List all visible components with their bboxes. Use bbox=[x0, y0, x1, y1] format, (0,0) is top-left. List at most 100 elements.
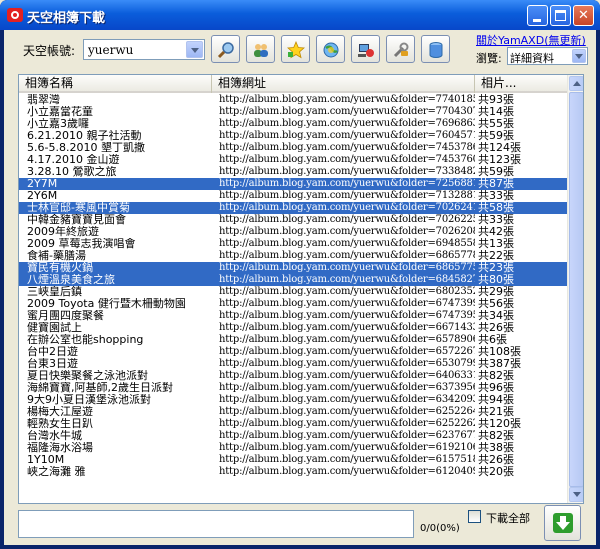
table-row[interactable]: 4.17.2010 金山遊 http://album.blog.yam.com/y… bbox=[19, 154, 568, 166]
search-button[interactable] bbox=[211, 35, 240, 63]
photo-count-cell: 共82張 bbox=[478, 430, 514, 442]
download-button[interactable] bbox=[544, 505, 581, 541]
album-url-cell: http://album.blog.yam.com/yuerwu&folder=… bbox=[219, 466, 475, 477]
table-row[interactable]: 夏日快樂聚餐之泳池派對 http://album.blog.yam.com/yue… bbox=[19, 370, 568, 382]
star-icon bbox=[287, 41, 305, 59]
table-row[interactable]: 台灣水牛城 http://album.blog.yam.com/yuerwu&fo… bbox=[19, 430, 568, 442]
table-row[interactable]: 中韓金豬寶寶見面會 http://album.blog.yam.com/yuerw… bbox=[19, 214, 568, 226]
album-url-cell: http://album.blog.yam.com/yuerwu&folder=… bbox=[219, 406, 475, 417]
album-url-cell: http://album.blog.yam.com/yuerwu&folder=… bbox=[219, 394, 475, 405]
album-name-cell: 楊梅大江屋遊 bbox=[27, 406, 93, 418]
album-name-cell: 2009 草莓志我演唱會 bbox=[27, 238, 136, 250]
photo-count-cell: 共124張 bbox=[478, 142, 521, 154]
column-header-album-name[interactable]: 相簿名稱 bbox=[19, 75, 212, 93]
album-name-cell: 三峽皇后鎮 bbox=[27, 286, 82, 298]
close-button[interactable]: ✕ bbox=[573, 5, 594, 26]
table-row[interactable]: 小立嘉當花童 http://album.blog.yam.com/yuerwu&f… bbox=[19, 106, 568, 118]
table-row[interactable]: 2009 草莓志我演唱會 http://album.blog.yam.com/yu… bbox=[19, 238, 568, 250]
album-url-cell: http://album.blog.yam.com/yuerwu&folder=… bbox=[219, 166, 475, 177]
table-row[interactable]: 翡翠灣 http://album.blog.yam.com/yuerwu&fold… bbox=[19, 94, 568, 106]
photo-count-cell: 共56張 bbox=[478, 298, 514, 310]
maximize-button[interactable] bbox=[550, 5, 571, 26]
progress-text: 0/0(0%) bbox=[420, 523, 460, 534]
vertical-scrollbar[interactable] bbox=[567, 75, 583, 503]
scroll-down-icon[interactable] bbox=[569, 487, 583, 502]
photo-count-cell: 共13張 bbox=[478, 238, 514, 250]
table-row[interactable]: 2Y6M http://album.blog.yam.com/yuerwu&fol… bbox=[19, 190, 568, 202]
album-url-cell: http://album.blog.yam.com/yuerwu&folder=… bbox=[219, 94, 475, 105]
scroll-up-icon[interactable] bbox=[569, 76, 583, 91]
account-combobox[interactable]: yuerwu bbox=[83, 39, 205, 60]
table-row[interactable]: 小立嘉3歲囉 http://album.blog.yam.com/yuerwu&f… bbox=[19, 118, 568, 130]
account-value: yuerwu bbox=[88, 43, 134, 57]
list-header: 相簿名稱 相簿網址 相片... bbox=[19, 75, 568, 93]
album-name-cell: 6.21.2010 親子社活動 bbox=[27, 130, 142, 142]
album-name-cell: 台灣水牛城 bbox=[27, 430, 82, 442]
table-row[interactable]: 楊梅大江屋遊 http://album.blog.yam.com/yuerwu&f… bbox=[19, 406, 568, 418]
column-header-album-url[interactable]: 相簿網址 bbox=[212, 75, 475, 93]
table-row[interactable]: 峽之海灘 雅 http://album.blog.yam.com/yuerwu&f… bbox=[19, 466, 568, 478]
album-list[interactable]: 相簿名稱 相簿網址 相片... 翡翠灣 http://album.blog.yam… bbox=[18, 74, 584, 504]
table-row[interactable]: 在辦公室也能shopping http://album.blog.yam.com/… bbox=[19, 334, 568, 346]
album-url-cell: http://album.blog.yam.com/yuerwu&folder=… bbox=[219, 322, 475, 333]
album-name-cell: 台東3日遊 bbox=[27, 358, 78, 370]
album-name-cell: 蜜月團四度聚餐 bbox=[27, 310, 104, 322]
photo-count-cell: 共120張 bbox=[478, 418, 521, 430]
photo-count-cell: 共22張 bbox=[478, 250, 514, 262]
table-row[interactable]: 1Y10M http://album.blog.yam.com/yuerwu&fo… bbox=[19, 454, 568, 466]
album-url-cell: http://album.blog.yam.com/yuerwu&folder=… bbox=[219, 442, 475, 453]
favorite-button[interactable] bbox=[281, 35, 310, 63]
table-row[interactable]: 5.6-5.8.2010 墾丁凱撒 http://album.blog.yam.c… bbox=[19, 142, 568, 154]
users-button[interactable] bbox=[246, 35, 275, 63]
table-row[interactable]: 寶民有機火鍋 http://album.blog.yam.com/yuerwu&f… bbox=[19, 262, 568, 274]
table-row[interactable]: 台中2日遊 http://album.blog.yam.com/yuerwu&fo… bbox=[19, 346, 568, 358]
chevron-down-icon[interactable] bbox=[186, 41, 203, 58]
view-mode-label: 瀏覽: bbox=[476, 52, 502, 65]
album-name-cell: 9大9小夏日漢堡泳池派對 bbox=[27, 394, 151, 406]
tools-icon bbox=[393, 42, 409, 58]
table-row[interactable]: 八煙溫泉美食之旅 http://album.blog.yam.com/yuerwu… bbox=[19, 274, 568, 286]
table-row[interactable]: 台東3日遊 http://album.blog.yam.com/yuerwu&fo… bbox=[19, 358, 568, 370]
table-row[interactable]: 2009 Toyota 健行暨木柵動物園 http://album.blog.ya… bbox=[19, 298, 568, 310]
photo-count-cell: 共42張 bbox=[478, 226, 514, 238]
photo-count-cell: 共87張 bbox=[478, 178, 514, 190]
checkbox-box[interactable] bbox=[468, 510, 481, 523]
table-row[interactable]: 健寶園試上 http://album.blog.yam.com/yuerwu&fo… bbox=[19, 322, 568, 334]
table-row[interactable]: 9大9小夏日漢堡泳池派對 http://album.blog.yam.com/yu… bbox=[19, 394, 568, 406]
minimize-button[interactable] bbox=[527, 5, 548, 26]
photo-count-cell: 共94張 bbox=[478, 394, 514, 406]
album-name-cell: 5.6-5.8.2010 墾丁凱撒 bbox=[27, 142, 145, 154]
album-name-cell: 3.28.10 鶯歌之旅 bbox=[27, 166, 117, 178]
scroll-thumb[interactable] bbox=[569, 92, 583, 487]
table-row[interactable]: 福隆海水浴場 http://album.blog.yam.com/yuerwu&f… bbox=[19, 442, 568, 454]
view-mode-select[interactable]: 詳細資料 bbox=[507, 47, 588, 65]
table-row[interactable]: 輕熟女生日趴 http://album.blog.yam.com/yuerwu&f… bbox=[19, 418, 568, 430]
chevron-down-icon[interactable] bbox=[572, 49, 586, 63]
album-name-cell: 寶民有機火鍋 bbox=[27, 262, 93, 274]
column-header-photo-count[interactable]: 相片... bbox=[475, 75, 568, 93]
table-row[interactable]: 6.21.2010 親子社活動 http://album.blog.yam.com… bbox=[19, 130, 568, 142]
album-url-cell: http://album.blog.yam.com/yuerwu&folder=… bbox=[219, 118, 475, 129]
table-row[interactable]: 士林官邸-寒風中賞菊 http://album.blog.yam.com/yuer… bbox=[19, 202, 568, 214]
database-button[interactable] bbox=[421, 35, 450, 63]
table-row[interactable]: 2Y7M http://album.blog.yam.com/yuerwu&fol… bbox=[19, 178, 568, 190]
network-button[interactable] bbox=[351, 35, 380, 63]
table-row[interactable]: 蜜月團四度聚餐 http://album.blog.yam.com/yuerwu&… bbox=[19, 310, 568, 322]
table-row[interactable]: 食補-藥膳湯 http://album.blog.yam.com/yuerwu&f… bbox=[19, 250, 568, 262]
about-link[interactable]: 關於YamAXD(無更新) bbox=[476, 32, 586, 48]
network-icon bbox=[358, 44, 374, 57]
album-name-cell: 2Y7M bbox=[27, 178, 58, 190]
globe-button[interactable] bbox=[316, 35, 345, 63]
table-row[interactable]: 2009年終旅遊 http://album.blog.yam.com/yuerwu… bbox=[19, 226, 568, 238]
photo-count-cell: 共93張 bbox=[478, 94, 514, 106]
album-url-cell: http://album.blog.yam.com/yuerwu&folder=… bbox=[219, 310, 475, 321]
album-url-cell: http://album.blog.yam.com/yuerwu&folder=… bbox=[219, 274, 475, 285]
album-name-cell: 八煙溫泉美食之旅 bbox=[27, 274, 115, 286]
table-row[interactable]: 3.28.10 鶯歌之旅 http://album.blog.yam.com/yu… bbox=[19, 166, 568, 178]
title-bar[interactable]: 天空相簿下載 ✕ bbox=[0, 0, 600, 30]
table-row[interactable]: 三峽皇后鎮 http://album.blog.yam.com/yuerwu&fo… bbox=[19, 286, 568, 298]
table-row[interactable]: 海綿寶寶,阿基師,2歲生日派對 http://album.blog.yam.com… bbox=[19, 382, 568, 394]
settings-button[interactable] bbox=[386, 35, 415, 63]
album-url-cell: http://album.blog.yam.com/yuerwu&folder=… bbox=[219, 418, 475, 429]
album-url-cell: http://album.blog.yam.com/yuerwu&folder=… bbox=[219, 346, 475, 357]
